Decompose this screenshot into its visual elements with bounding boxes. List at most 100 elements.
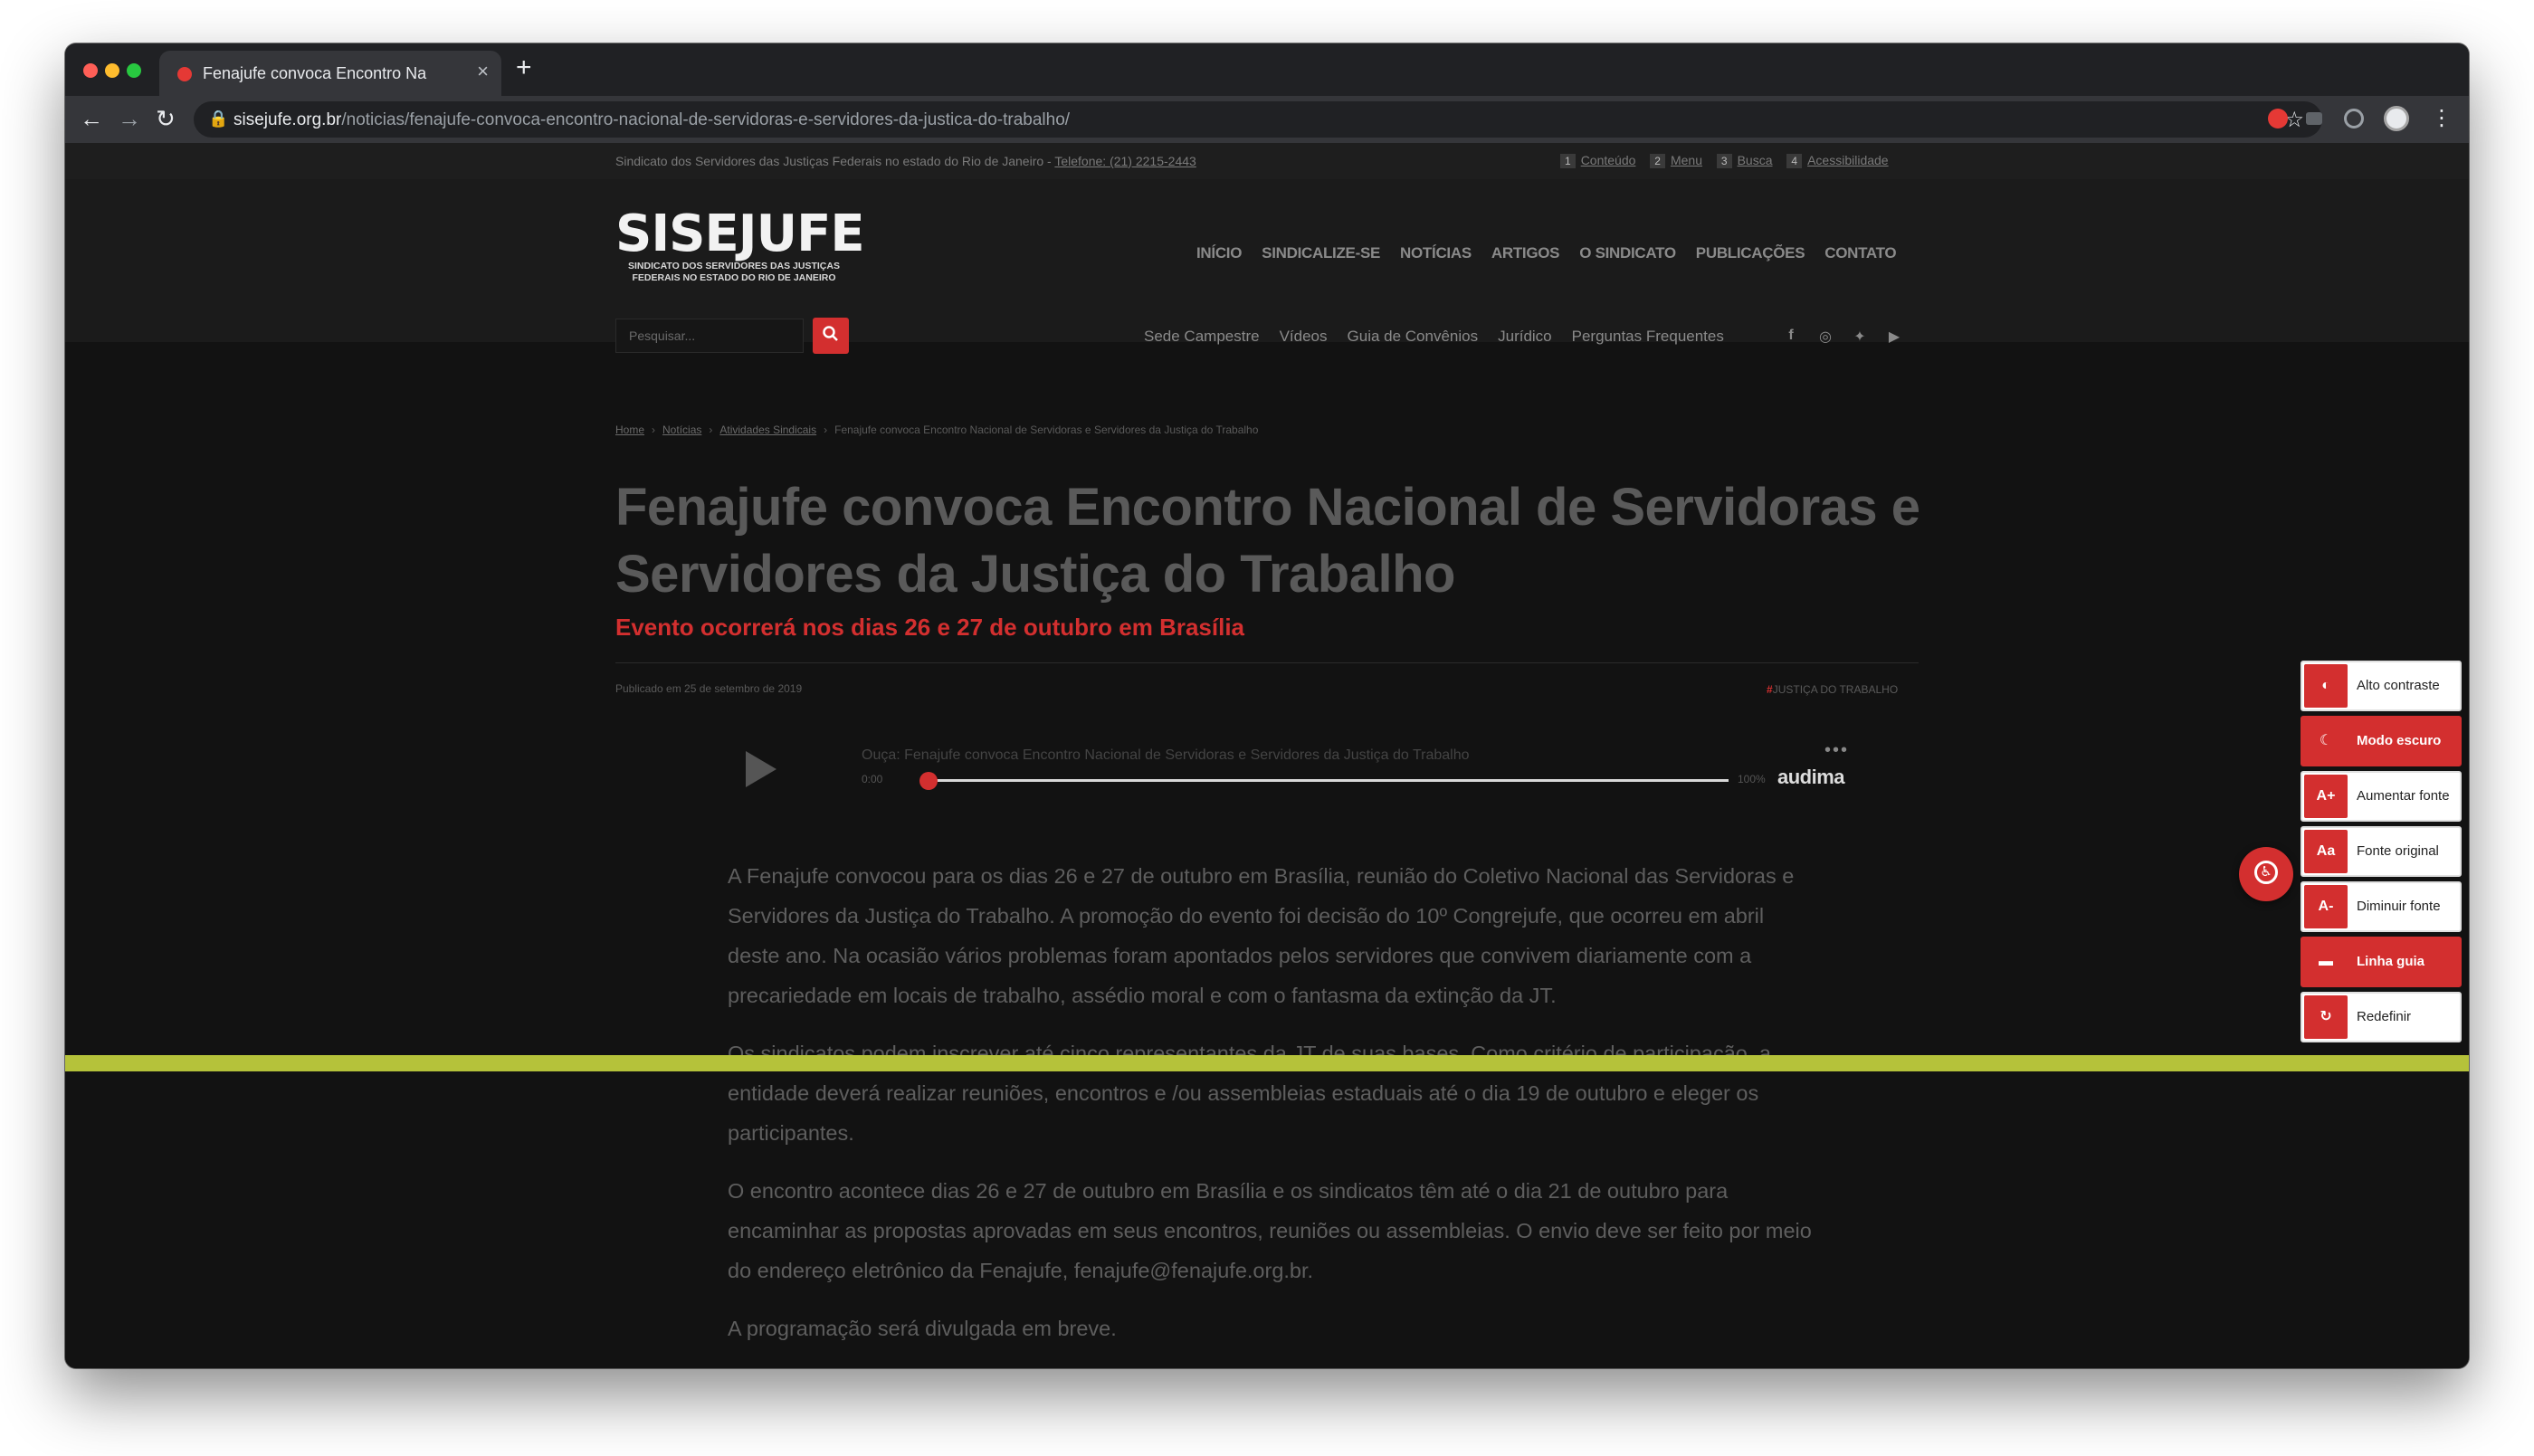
play-icon[interactable] <box>746 751 776 787</box>
skip-number: 3 <box>1716 154 1732 168</box>
nav-publicacoes[interactable]: PUBLICAÇÕES <box>1696 244 1805 262</box>
article-tag[interactable]: #JUSTIÇA DO TRABALHO <box>1767 683 1898 696</box>
divider <box>615 662 1919 663</box>
skip-number: 2 <box>1650 154 1665 168</box>
audima-logo: audima <box>1777 766 1845 788</box>
original-font-button[interactable]: Aa Fonte original <box>2301 826 2462 877</box>
url-path: /noticias/fenajufe-convoca-encontro-naci… <box>341 110 1071 129</box>
new-tab-button[interactable]: + <box>516 54 532 81</box>
browser-tab[interactable]: Fenajufe convoca Encontro Na × <box>159 51 501 96</box>
close-window-button[interactable] <box>83 63 98 78</box>
union-description: Sindicato dos Servidores das Justiças Fe… <box>615 154 1196 168</box>
url-host: sisejufe.org.br <box>233 110 342 129</box>
guide-line-icon: ▬ <box>2304 940 2348 984</box>
nav-perguntas-frequentes[interactable]: Perguntas Frequentes <box>1572 328 1724 346</box>
accessibility-button[interactable]: ♿ <box>2239 847 2293 901</box>
nav-inicio[interactable]: INÍCIO <box>1196 244 1242 262</box>
reading-guide-line <box>65 1055 2469 1071</box>
nav-artigos[interactable]: ARTIGOS <box>1491 244 1560 262</box>
nav-sede-campestre[interactable]: Sede Campestre <box>1144 328 1260 346</box>
timer-extension-icon[interactable] <box>2344 109 2364 128</box>
breadcrumb-home[interactable]: Home <box>615 423 644 436</box>
web-page: Sindicato dos Servidores das Justiças Fe… <box>65 143 2469 1368</box>
tag-hash: # <box>1767 683 1773 696</box>
breadcrumb: Home › Notícias › Atividades Sindicais › Fenaj… <box>615 423 1258 436</box>
twitter-icon[interactable]: ✦ <box>1852 328 1868 346</box>
search-input[interactable]: Pesquisar... <box>615 319 804 353</box>
player-progress-knob[interactable] <box>919 772 938 790</box>
decrease-font-button[interactable]: A- Diminuir fonte <box>2301 881 2462 932</box>
tab-title: Fenajufe convoca Encontro Na <box>203 64 427 82</box>
reset-button[interactable]: ↻ Redefinir <box>2301 992 2462 1042</box>
a11y-label: Modo escuro <box>2357 733 2442 748</box>
breadcrumb-separator: › <box>824 423 828 436</box>
extension-icon[interactable] <box>2268 109 2288 128</box>
moon-icon: ☾ <box>2304 719 2348 763</box>
article-paragraph: Os sindicatos podem inscrever até cinco … <box>728 1042 1771 1145</box>
breadcrumb-separator: › <box>709 423 713 436</box>
site-logo[interactable]: SISEJUFE SINDICATO DOS SERVIDORES DAS JU… <box>615 208 865 284</box>
reading-guide-button[interactable]: ▬ Linha guia <box>2301 937 2462 987</box>
forward-button[interactable]: → <box>118 105 141 132</box>
nav-videos[interactable]: Vídeos <box>1280 328 1328 346</box>
favicon-icon <box>177 67 192 81</box>
player-title: Ouça: Fenajufe convoca Encontro Nacional… <box>862 747 1470 763</box>
profile-avatar[interactable] <box>2384 106 2409 131</box>
font-increase-icon: A+ <box>2304 775 2348 818</box>
search-button[interactable] <box>813 318 849 354</box>
accessibility-icon: ♿ <box>2254 861 2278 884</box>
site-header: SISEJUFE SINDICATO DOS SERVIDORES DAS JU… <box>65 179 2469 354</box>
skip-number: 1 <box>1560 154 1576 168</box>
instagram-icon[interactable]: ◎ <box>1817 328 1834 346</box>
breadcrumb-category[interactable]: Atividades Sindicais <box>719 423 816 436</box>
player-more-icon[interactable]: ••• <box>1824 740 1849 761</box>
skip-link-search[interactable]: Busca <box>1738 153 1773 167</box>
skip-link-content[interactable]: Conteúdo <box>1581 153 1636 167</box>
article-paragraph: A programação será divulgada em breve. <box>728 1317 1117 1340</box>
back-button[interactable]: ← <box>80 105 103 132</box>
audio-player: Ouça: Fenajufe convoca Encontro Nacional… <box>738 740 1861 813</box>
player-progress-track[interactable] <box>929 779 1729 782</box>
phone-link[interactable]: Telefone: (21) 2215-2443 <box>1054 154 1196 168</box>
main-navigation: INÍCIO SINDICALIZE-SE NOTÍCIAS ARTIGOS O… <box>1196 244 1897 262</box>
a11y-label: Linha guia <box>2357 954 2424 969</box>
logo-subtitle-line2: FEDERAIS NO ESTADO DO RIO DE JANEIRO <box>632 272 836 283</box>
a11y-label: Alto contraste <box>2357 678 2440 693</box>
increase-font-button[interactable]: A+ Aumentar fonte <box>2301 771 2462 822</box>
skip-links: 1 Conteúdo 2 Menu 3 Busca 4 Acessibilidade <box>1549 153 1889 168</box>
browser-toolbar: ← → ↻ 🔒 sisejufe.org.br/noticias/fenajuf… <box>65 96 2469 143</box>
nav-noticias[interactable]: NOTÍCIAS <box>1400 244 1472 262</box>
social-links: f ◎ ✦ ▶ <box>1783 328 1902 346</box>
dark-mode-button[interactable]: ☾ Modo escuro <box>2301 716 2462 766</box>
article-title: Fenajufe convoca Encontro Nacional de Se… <box>615 478 1920 604</box>
publish-date: Publicado em 25 de setembro de 2019 <box>615 682 803 695</box>
nav-sindicalize-se[interactable]: SINDICALIZE-SE <box>1262 244 1380 262</box>
high-contrast-button[interactable]: ◐ Alto contraste <box>2301 661 2462 711</box>
nav-contato[interactable]: CONTATO <box>1824 244 1896 262</box>
nav-juridico[interactable]: Jurídico <box>1498 328 1552 346</box>
address-bar[interactable]: 🔒 sisejufe.org.br/noticias/fenajufe-conv… <box>194 101 2322 138</box>
browser-window: Fenajufe convoca Encontro Na × + ← → ↻ 🔒… <box>65 43 2469 1368</box>
skip-link-menu[interactable]: Menu <box>1671 153 1702 167</box>
font-original-icon: Aa <box>2304 830 2348 873</box>
a11y-label: Diminuir fonte <box>2357 899 2441 914</box>
tab-close-icon[interactable]: × <box>477 61 489 82</box>
url-text[interactable]: sisejufe.org.br/noticias/fenajufe-convoc… <box>233 110 1070 130</box>
nav-guia-convenios[interactable]: Guia de Convênios <box>1348 328 1479 346</box>
browser-menu-icon[interactable]: ⋮ <box>2431 105 2453 132</box>
zoom-window-button[interactable] <box>127 63 141 78</box>
cast-icon[interactable] <box>2306 112 2322 125</box>
secondary-navigation: Sede Campestre Vídeos Guia de Convênios … <box>1144 328 1724 346</box>
reload-button[interactable]: ↻ <box>156 105 176 132</box>
skip-link-accessibility[interactable]: Acessibilidade <box>1807 153 1889 167</box>
logo-subtitle-line1: SINDICATO DOS SERVIDORES DAS JUSTIÇAS <box>628 261 840 271</box>
player-volume[interactable]: 100% <box>1738 773 1766 785</box>
article-body: A Fenajufe convocou para os dias 26 e 27… <box>728 856 1814 1366</box>
tab-strip: Fenajufe convoca Encontro Na × + <box>65 43 2469 96</box>
minimize-window-button[interactable] <box>105 63 119 78</box>
facebook-icon[interactable]: f <box>1783 328 1799 346</box>
breadcrumb-noticias[interactable]: Notícias <box>662 423 701 436</box>
nav-o-sindicato[interactable]: O SINDICATO <box>1579 244 1676 262</box>
youtube-icon[interactable]: ▶ <box>1886 328 1902 346</box>
site-top-bar: Sindicato dos Servidores das Justiças Fe… <box>65 143 2469 179</box>
